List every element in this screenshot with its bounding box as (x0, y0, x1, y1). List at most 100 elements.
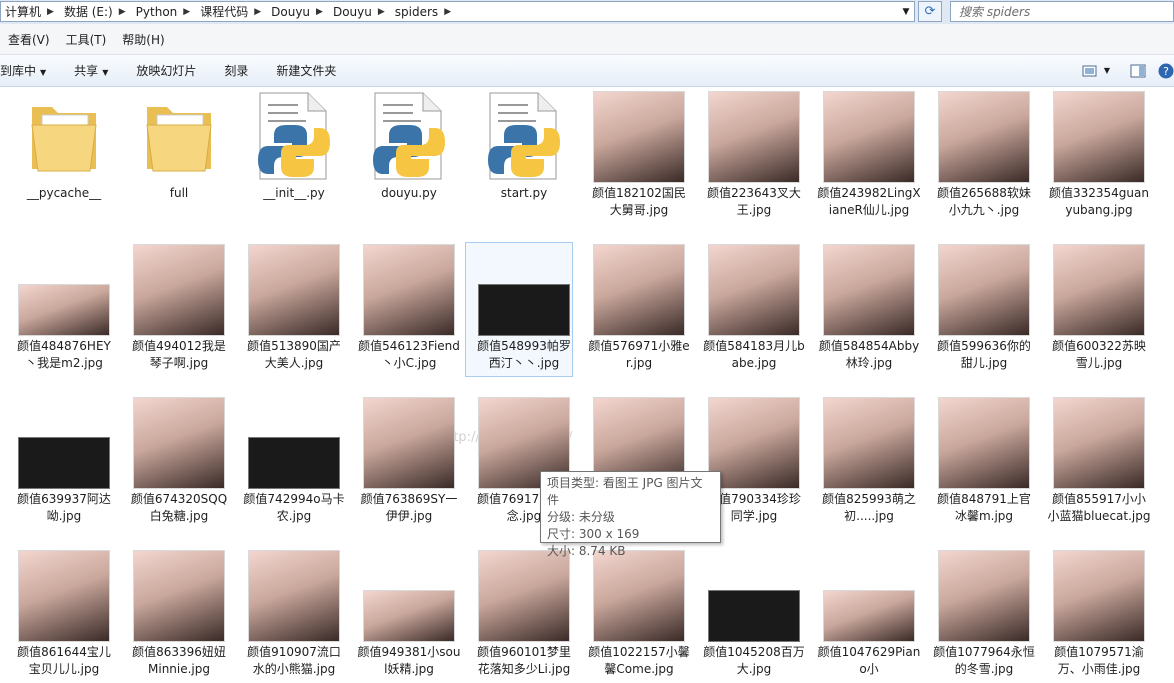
file-name: __pycache__ (26, 186, 102, 200)
file-thumbnail (817, 89, 921, 185)
chevron-right-icon[interactable]: ▶ (47, 7, 60, 17)
breadcrumb-computer[interactable]: 计算机 ▶ (1, 2, 60, 21)
file-thumbnail (242, 548, 346, 644)
file-thumbnail (472, 242, 576, 338)
file-thumbnail (12, 395, 116, 491)
file-thumbnail (817, 395, 921, 491)
image-thumbnail (938, 550, 1030, 642)
file-name: 颜值1047629Piano小 (817, 645, 921, 676)
file-thumbnail (1047, 242, 1151, 338)
preview-pane-icon[interactable] (1130, 64, 1146, 78)
file-name: douyu.py (381, 186, 437, 200)
share-button[interactable]: 共享 ▼ (60, 62, 122, 79)
file-thumbnail (932, 548, 1036, 644)
file-name: __init__.py (263, 186, 325, 200)
image-thumbnail (133, 397, 225, 489)
image-thumbnail (18, 550, 110, 642)
file-name: 颜值825993萌之初.....jpg (822, 492, 916, 523)
file-thumbnail (472, 89, 576, 185)
address-bar-area: 计算机 ▶ 数据 (E:) ▶ Python ▶ 课程代码 ▶ Douyu ▶ Douyu… (0, 0, 1174, 24)
file-thumbnail (242, 395, 346, 491)
file-name: 颜值332354guanyubang.jpg (1049, 186, 1149, 217)
breadcrumb-python[interactable]: Python ▶ (132, 2, 197, 21)
file-name: 颜值1079571渝万、小雨佳.jpg (1054, 645, 1144, 676)
file-thumbnail (702, 548, 806, 644)
folder-icon (31, 107, 97, 172)
file-thumbnail (1047, 548, 1151, 644)
image-thumbnail (1053, 244, 1145, 336)
file-name: 颜值639937阿达呦.jpg (17, 492, 111, 523)
file-name: 颜值484876HEY丶我是m2.jpg (17, 339, 111, 370)
file-thumbnail (1047, 395, 1151, 491)
image-thumbnail (18, 284, 110, 336)
image-thumbnail (1053, 397, 1145, 489)
file-name: 颜值182102国民大舅哥.jpg (592, 186, 686, 217)
refresh-button[interactable]: ⟳ (918, 1, 942, 22)
file-name: 颜值546123Fiend丶小C.jpg (358, 339, 460, 370)
address-bar[interactable]: 计算机 ▶ 数据 (E:) ▶ Python ▶ 课程代码 ▶ Douyu ▶ Douyu… (0, 1, 915, 22)
breadcrumb-drive[interactable]: 数据 (E:) ▶ (60, 2, 132, 21)
address-dropdown-icon[interactable]: ▼ (898, 2, 914, 21)
file-name: full (169, 186, 189, 200)
command-toolbar: 到库中 ▼ 共享 ▼ 放映幻灯片 刻录 新建文件夹 ▼ ? (0, 55, 1174, 87)
search-input[interactable]: 搜索 spiders (950, 1, 1174, 22)
file-thumbnail (1047, 89, 1151, 185)
slideshow-button[interactable]: 放映幻灯片 (122, 62, 210, 79)
chevron-right-icon[interactable]: ▶ (444, 7, 457, 17)
file-thumbnail (817, 548, 921, 644)
file-thumbnail (127, 242, 231, 338)
file-thumbnail (817, 242, 921, 338)
image-thumbnail (248, 550, 340, 642)
image-thumbnail (478, 284, 570, 336)
file-name: 颜值763869SY一伊伊.jpg (360, 492, 458, 523)
image-thumbnail (478, 550, 570, 642)
chevron-right-icon[interactable]: ▶ (183, 7, 196, 17)
file-name: 颜值584183月儿babe.jpg (703, 339, 805, 370)
file-name: 颜值960101梦里花落知多少Li.jpg (477, 645, 571, 676)
file-thumbnail (702, 242, 806, 338)
burn-button[interactable]: 刻录 (210, 62, 262, 79)
menu-tools[interactable]: 工具(T) (58, 31, 115, 48)
help-icon[interactable]: ? (1158, 63, 1174, 79)
image-thumbnail (248, 244, 340, 336)
python-file-icon (488, 92, 560, 180)
breadcrumb-douyu-inner[interactable]: Douyu ▶ (329, 2, 391, 21)
menu-help[interactable]: 帮助(H) (114, 31, 172, 48)
file-name: 颜值265688软妹小九九丶.jpg (937, 186, 1031, 217)
file-name: 颜值548993帕罗西汀丶丶.jpg (477, 339, 571, 370)
file-tooltip: 项目类型: 看图王 JPG 图片文件 分级: 未分级 尺寸: 300 x 169… (540, 471, 721, 558)
image-thumbnail (593, 550, 685, 642)
view-options-icon[interactable] (1082, 64, 1098, 78)
file-thumbnail (932, 89, 1036, 185)
chevron-right-icon[interactable]: ▶ (119, 7, 132, 17)
svg-text:?: ? (1163, 65, 1169, 78)
image-thumbnail (708, 590, 800, 642)
image-thumbnail (823, 244, 915, 336)
image-thumbnail (363, 397, 455, 489)
breadcrumb-spiders[interactable]: spiders ▶ (391, 2, 457, 21)
file-thumbnail (472, 548, 576, 644)
folder-icon (146, 107, 212, 172)
include-in-library-button[interactable]: 到库中 ▼ (0, 62, 60, 79)
file-thumbnail (12, 89, 116, 185)
new-folder-button[interactable]: 新建文件夹 (262, 62, 350, 79)
image-thumbnail (823, 91, 915, 183)
file-thumbnail (12, 548, 116, 644)
file-name: 颜值861644宝儿宝贝儿儿.jpg (17, 645, 111, 676)
image-thumbnail (708, 91, 800, 183)
image-thumbnail (133, 550, 225, 642)
breadcrumb-douyu[interactable]: Douyu ▶ (267, 2, 329, 21)
chevron-right-icon[interactable]: ▶ (316, 7, 329, 17)
chevron-down-icon: ▼ (40, 68, 47, 77)
view-dropdown-icon[interactable]: ▼ (1104, 66, 1110, 75)
python-file-icon (258, 92, 330, 180)
file-name: 颜值223643叉大王.jpg (707, 186, 801, 217)
python-file-icon (373, 92, 445, 180)
chevron-right-icon[interactable]: ▶ (378, 7, 391, 17)
file-thumbnail (587, 548, 691, 644)
breadcrumb-course-code[interactable]: 课程代码 ▶ (196, 2, 267, 21)
file-name: start.py (500, 186, 548, 200)
image-thumbnail (823, 590, 915, 642)
chevron-right-icon[interactable]: ▶ (254, 7, 267, 17)
menu-view[interactable]: 查看(V) (0, 31, 58, 48)
